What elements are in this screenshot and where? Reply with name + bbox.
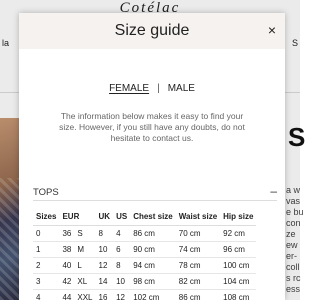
table-cell: 2: [33, 257, 60, 274]
table-cell: 104 cm: [220, 273, 257, 290]
gender-switch: FEMALE | MALE: [19, 83, 285, 94]
table-cell: 8: [95, 225, 114, 242]
table-cell: 8: [113, 257, 131, 274]
table-cell: 90 cm: [130, 241, 176, 258]
table-cell: 74 cm: [175, 241, 221, 258]
close-icon[interactable]: ×: [265, 23, 279, 37]
modal-header: Size guide ×: [19, 13, 285, 49]
table-row: 4 44 XXL 16 12 102 cm 86 cm 108 cm: [33, 289, 257, 300]
table-row: 2 40 L 12 8 94 cm 78 cm 100 cm: [33, 257, 257, 274]
table-cell: 0: [33, 225, 60, 242]
table-row: 3 42 XL 14 10 98 cm 82 cm 104 cm: [33, 273, 257, 290]
tab-male[interactable]: MALE: [168, 83, 195, 94]
table-cell: 96 cm: [220, 241, 257, 258]
table-cell: 40: [59, 257, 75, 274]
size-table: Sizes EUR UK US Chest size Waist size Hi…: [33, 209, 257, 300]
column-header: Waist size: [175, 209, 221, 226]
tops-section-header[interactable]: TOPS –: [33, 184, 277, 201]
table-cell: XL: [74, 273, 96, 290]
table-cell: 16: [95, 289, 114, 300]
table-row: 1 38 M 10 6 90 cm 74 cm 96 cm: [33, 241, 257, 258]
table-cell: 1: [33, 241, 60, 258]
table-cell: XXL: [74, 289, 96, 300]
table-cell: 86 cm: [175, 289, 221, 300]
table-cell: 4: [33, 289, 60, 300]
table-cell: 102 cm: [130, 289, 176, 300]
info-text: The information below makes it easy to f…: [59, 111, 245, 143]
table-row: 0 36 S 8 4 86 cm 70 cm 92 cm: [33, 225, 257, 242]
table-cell: S: [74, 225, 96, 242]
table-cell: 6: [113, 241, 131, 258]
table-cell: 44: [59, 289, 75, 300]
table-cell: 12: [113, 289, 131, 300]
table-cell: 92 cm: [220, 225, 257, 242]
table-cell: 70 cm: [175, 225, 221, 242]
table-cell: 82 cm: [175, 273, 221, 290]
table-cell: 108 cm: [220, 289, 257, 300]
table-cell: L: [74, 257, 96, 274]
table-cell: 42: [59, 273, 75, 290]
column-header: Chest size: [130, 209, 176, 226]
table-cell: 38: [59, 241, 75, 258]
table-cell: 10: [95, 241, 114, 258]
column-header: UK: [95, 209, 114, 226]
table-cell: 4: [113, 225, 131, 242]
table-cell: 98 cm: [130, 273, 176, 290]
table-header-row: Sizes EUR UK US Chest size Waist size Hi…: [33, 209, 257, 226]
table-cell: 100 cm: [220, 257, 257, 274]
section-label: TOPS: [33, 187, 59, 198]
column-header: US: [113, 209, 131, 226]
collapse-icon[interactable]: –: [270, 184, 277, 198]
size-guide-modal: Size guide × FEMALE | MALE The information…: [19, 13, 285, 300]
table-cell: 12: [95, 257, 114, 274]
table-cell: 86 cm: [130, 225, 176, 242]
column-header: EUR: [59, 209, 96, 226]
table-cell: 14: [95, 273, 114, 290]
tab-female[interactable]: FEMALE: [109, 83, 149, 94]
column-header: Hip size: [220, 209, 257, 226]
column-header: Sizes: [33, 209, 60, 226]
table-cell: 78 cm: [175, 257, 221, 274]
modal-title: Size guide: [114, 22, 190, 39]
table-cell: M: [74, 241, 96, 258]
table-cell: 94 cm: [130, 257, 176, 274]
tab-separator: |: [157, 83, 160, 94]
table-cell: 10: [113, 273, 131, 290]
table-cell: 3: [33, 273, 60, 290]
table-cell: 36: [59, 225, 75, 242]
